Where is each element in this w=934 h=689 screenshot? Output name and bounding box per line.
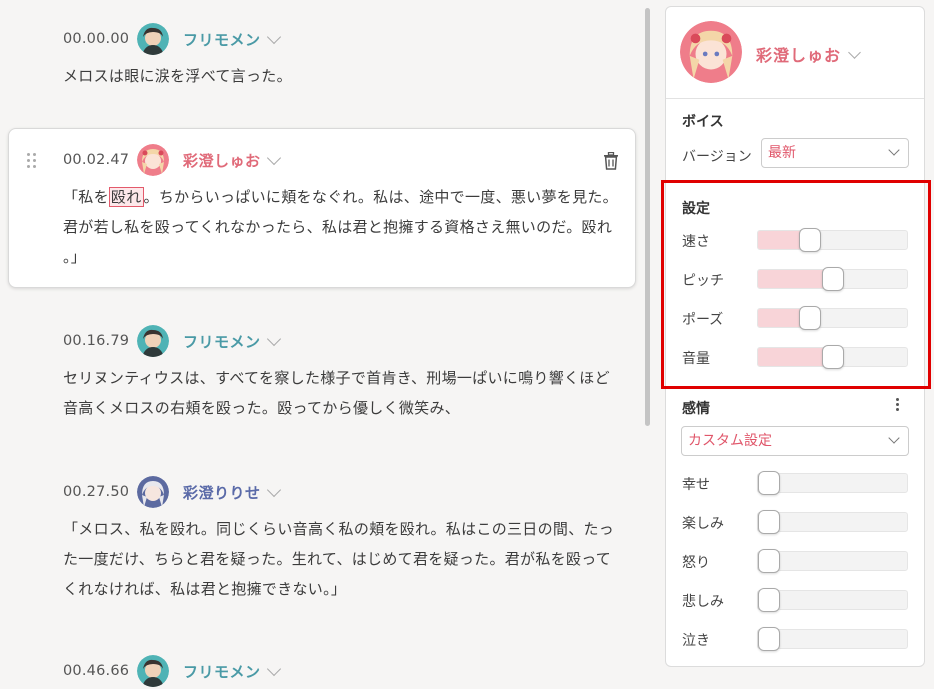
voice-section-title: ボイス: [682, 114, 724, 130]
chevron-down-icon[interactable]: [266, 29, 281, 45]
timestamp: 00.16.79: [63, 333, 130, 349]
text-line: 音高くメロスの右頬を殴った。殴ってから優しく微笑み、: [63, 399, 461, 417]
emotion-label: 怒り: [682, 555, 710, 571]
emotion-label: 悲しみ: [682, 594, 724, 610]
chevron-down-icon: [888, 144, 900, 156]
text-line: メロスは眼に涙を浮べて言った。: [63, 67, 292, 85]
script-entry[interactable]: 00.00.00 フリモメン メロスは眼に涙を浮べて言った。: [8, 23, 636, 93]
speaker-name[interactable]: フリモメン: [183, 29, 261, 50]
version-label: バージョン: [682, 149, 752, 165]
script-entry[interactable]: 00.16.79 フリモメン セリヌンティウスは、すべてを察した様子で首肯き、刑…: [8, 325, 636, 425]
text-line: 。」: [63, 248, 87, 266]
chevron-down-icon[interactable]: [848, 46, 861, 59]
chevron-down-icon: [888, 432, 900, 444]
entry-text[interactable]: 「メロス、私を殴れ。同じくらい音高く私の頬を殴れ。私はこの三日の間、たっ た一度…: [63, 514, 633, 604]
avatar-ayasumi-ririse[interactable]: [137, 476, 169, 508]
emotion-slider[interactable]: [757, 588, 908, 612]
speaker-name[interactable]: 彩澄りりせ: [183, 482, 261, 503]
entry-header: 00.02.47 彩澄しゅお: [63, 144, 281, 176]
speaker-name[interactable]: フリモメン: [183, 331, 261, 352]
emotion-preset-select[interactable]: カスタム設定: [681, 426, 909, 456]
emotion-label: 泣き: [682, 633, 710, 649]
entry-text-editor[interactable]: 「私を 殴れ 。ちからいっぱいに頬をなぐれ。私は、途中で一度、悪い夢を見た。 君が若…: [63, 182, 633, 272]
emotion-label: 楽しみ: [682, 516, 724, 532]
entry-text[interactable]: セリヌンティウスは、すべてを察した様子で首肯き、刑場一ぱいに鳴り響くほど 音高く…: [63, 363, 633, 423]
emotion-slider-handle[interactable]: [758, 549, 780, 573]
speaker-name[interactable]: 彩澄しゅお: [183, 150, 261, 171]
selected-script-entry[interactable]: 00.02.47 彩澄しゅお 「私を 殴れ 。ちからいっぱいに頬をなぐれ。私は、途中…: [8, 128, 636, 288]
highlight-box: [661, 180, 931, 389]
avatar-ayasumi-shuo[interactable]: [137, 144, 169, 176]
entry-header: 00.16.79 フリモメン: [63, 325, 281, 357]
timestamp: 00.00.00: [63, 31, 130, 47]
entry-text[interactable]: メロスは眼に涙を浮べて言った。: [63, 61, 633, 91]
emotion-slider[interactable]: [757, 549, 908, 573]
avatar-furimomen[interactable]: [137, 23, 169, 55]
version-select[interactable]: 最新: [761, 138, 909, 168]
text-line: セリヌンティウスは、すべてを察した様子で首肯き、刑場一ぱいに鳴り響くほど: [63, 369, 610, 387]
emotion-slider-handle[interactable]: [758, 471, 780, 495]
avatar-furimomen[interactable]: [137, 325, 169, 357]
emotion-slider[interactable]: [757, 510, 908, 534]
avatar-furimomen[interactable]: [137, 655, 169, 687]
more-vertical-icon[interactable]: [896, 398, 900, 412]
character-header[interactable]: 彩澄しゅお: [666, 7, 924, 99]
chevron-down-icon[interactable]: [266, 331, 281, 347]
timestamp: 00.27.50: [63, 484, 130, 500]
timestamp: 00.02.47: [63, 152, 130, 168]
character-name[interactable]: 彩澄しゅお: [756, 42, 841, 66]
entry-header: 00.46.66 フリモメン: [63, 655, 281, 687]
entry-header: 00.00.00 フリモメン: [63, 23, 281, 55]
text-line: 君が若し私を殴ってくれなかったら、私は君と抱擁する資格さえ無いのだ。殴れ: [63, 218, 613, 236]
script-entry[interactable]: 00.46.66 フリモメン: [8, 655, 636, 689]
speaker-name[interactable]: フリモメン: [183, 661, 261, 682]
emotion-slider-handle[interactable]: [758, 627, 780, 651]
script-list: 00.00.00 フリモメン メロスは眼に涙を浮べて言った。 00.02.47 …: [0, 0, 650, 689]
emotion-section-title: 感情: [682, 401, 710, 417]
text-line: 「メロス、私を殴れ。同じくらい音高く私の頬を殴れ。私はこの三日の間、たっ: [63, 520, 615, 538]
chevron-down-icon[interactable]: [266, 661, 281, 677]
emotion-slider[interactable]: [757, 627, 908, 651]
avatar-ayasumi-shuo: [680, 21, 742, 83]
trash-icon[interactable]: [603, 152, 619, 170]
chevron-down-icon[interactable]: [266, 482, 281, 498]
emotion-label: 幸せ: [682, 477, 710, 493]
highlighted-word[interactable]: 殴れ: [108, 187, 144, 207]
emotion-slider-handle[interactable]: [758, 588, 780, 612]
chevron-down-icon[interactable]: [266, 150, 281, 166]
emotion-slider[interactable]: [757, 471, 908, 495]
text-line: 「私を 殴れ 。ちからいっぱいに頬をなぐれ。私は、途中で一度、悪い夢を見た。: [63, 187, 618, 207]
emotion-slider-handle[interactable]: [758, 510, 780, 534]
script-entry[interactable]: 00.27.50 彩澄りりせ 「メロス、私を殴れ。同じくらい音高く私の頬を殴れ。…: [8, 476, 636, 606]
drag-handle-icon[interactable]: [27, 153, 37, 169]
scrollbar-thumb[interactable]: [645, 8, 650, 426]
entry-header: 00.27.50 彩澄りりせ: [63, 476, 281, 508]
text-line: くれなければ、私は君と抱擁できない。」: [63, 580, 347, 598]
text-line: た一度だけ、ちらと君を疑った。生れて、はじめて君を疑った。君が私を殴って: [63, 550, 612, 568]
timestamp: 00.46.66: [63, 663, 130, 679]
